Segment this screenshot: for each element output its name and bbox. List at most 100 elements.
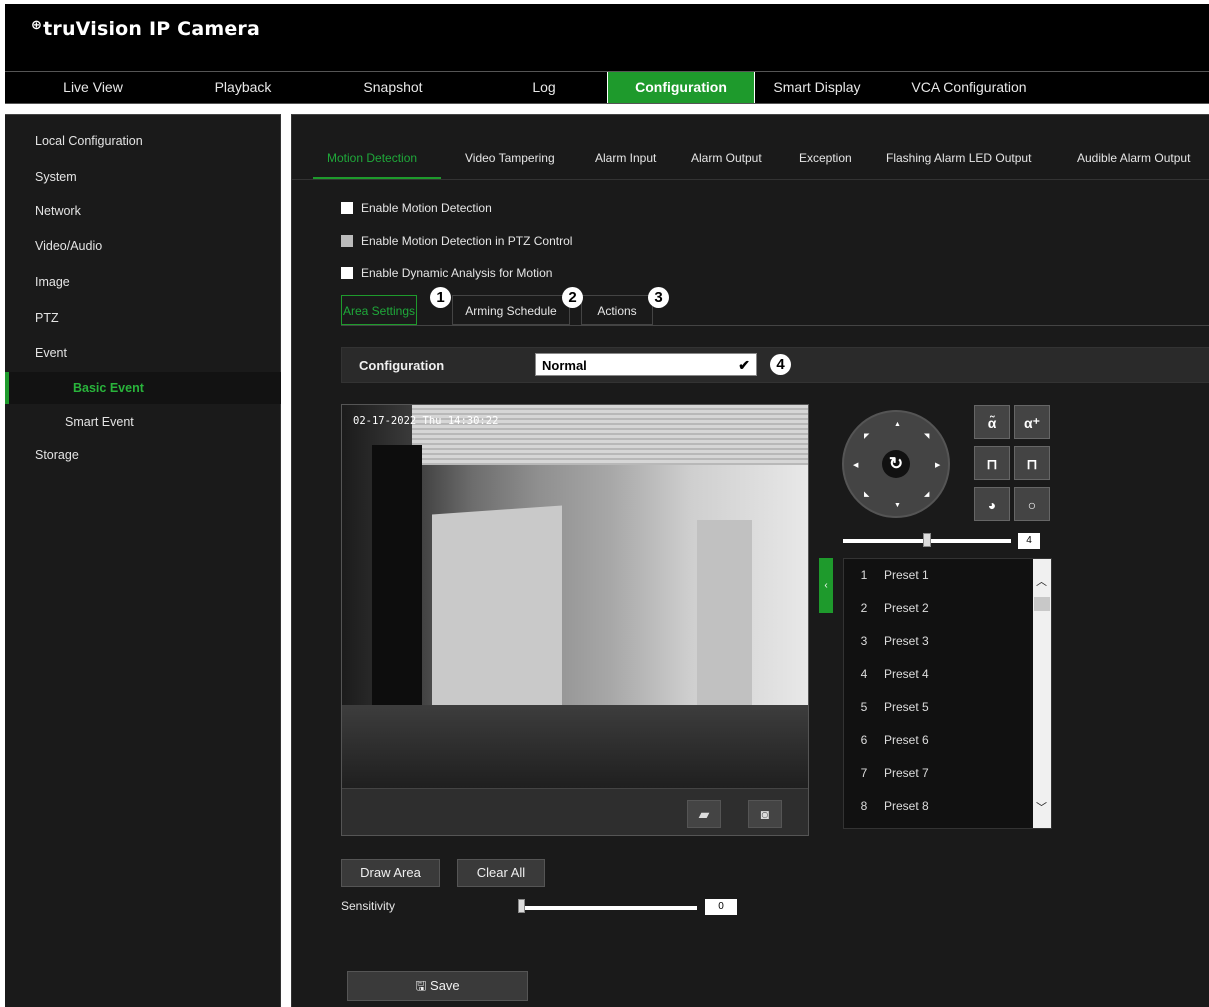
list-item[interactable]: 4 Preset 4: [844, 658, 1032, 691]
nav-live-view[interactable]: Live View: [5, 72, 181, 103]
iris-open-icon: ○: [1027, 497, 1037, 513]
video-preview[interactable]: 02-17-2022 Thu 14:30:22 ▰ ◙: [341, 404, 809, 836]
save-label: Save: [430, 978, 460, 993]
list-item[interactable]: 3 Preset 3: [844, 625, 1032, 658]
preset-number: 1: [860, 568, 868, 582]
configuration-value: Normal: [542, 358, 587, 373]
main-content: Motion Detection Video Tampering Alarm I…: [291, 114, 1209, 1007]
preset-name: Preset 3: [884, 634, 929, 648]
scrollbar-thumb[interactable]: [1034, 597, 1050, 611]
sidebar-item-system[interactable]: System: [5, 161, 281, 193]
focus-far-button[interactable]: ⊓: [1014, 446, 1050, 480]
arrow-up-left-icon[interactable]: ◤: [864, 432, 869, 440]
auto-scan-button[interactable]: ↻: [882, 450, 910, 478]
callout-1: 1: [430, 287, 451, 308]
camera-icon: ◙: [760, 806, 770, 822]
sidebar-item-network[interactable]: Network: [5, 195, 281, 227]
list-item[interactable]: 2 Preset 2: [844, 592, 1032, 625]
chevron-down-icon: ✔: [738, 357, 750, 373]
nav-smart-display[interactable]: Smart Display: [755, 72, 879, 103]
list-item[interactable]: 8 Preset 8: [844, 790, 1032, 823]
iris-open-button[interactable]: ○: [1014, 487, 1050, 521]
tab-arming-schedule[interactable]: Arming Schedule: [452, 295, 570, 325]
list-item[interactable]: 5 Preset 5: [844, 691, 1032, 724]
collapse-ptz-panel-button[interactable]: ‹: [819, 558, 833, 613]
tab-alarm-input[interactable]: Alarm Input: [595, 151, 656, 165]
list-item[interactable]: 7 Preset 7: [844, 757, 1032, 790]
arrow-down-icon[interactable]: ▼: [894, 502, 901, 509]
arrow-down-left-icon[interactable]: ◣: [864, 490, 869, 498]
tab-video-tampering[interactable]: Video Tampering: [465, 151, 555, 165]
ptz-speed-value: 4: [1018, 533, 1040, 549]
camera-image[interactable]: 02-17-2022 Thu 14:30:22: [342, 405, 808, 788]
nav-configuration[interactable]: Configuration: [607, 72, 755, 103]
brand-logo: ⊕truVision IP Camera: [31, 18, 260, 40]
sidebar-item-video-audio[interactable]: Video/Audio: [5, 230, 281, 262]
preset-scrollbar[interactable]: ︿ ﹀: [1033, 559, 1051, 828]
save-button[interactable]: 🖫 Save: [347, 971, 528, 1001]
enable-dynamic-analysis-label: Enable Dynamic Analysis for Motion: [361, 266, 553, 280]
sidebar-item-storage[interactable]: Storage: [5, 439, 281, 471]
sidebar-item-local-configuration[interactable]: Local Configuration: [5, 125, 281, 157]
tab-actions[interactable]: Actions: [581, 295, 653, 325]
sensitivity-slider[interactable]: [521, 906, 697, 910]
capture-button[interactable]: ◙: [748, 800, 782, 828]
arrow-up-right-icon[interactable]: ◥: [924, 432, 929, 440]
sensitivity-value: 0: [705, 899, 737, 915]
sensitivity-label: Sensitivity: [341, 899, 396, 913]
nav-log[interactable]: Log: [481, 72, 607, 103]
sidebar-item-ptz[interactable]: PTZ: [5, 302, 281, 334]
checkbox-row-enable-motion-detection-ptz[interactable]: Enable Motion Detection in PTZ Control: [341, 234, 572, 248]
tab-motion-detection[interactable]: Motion Detection: [327, 151, 417, 165]
sidebar-item-smart-event[interactable]: Smart Event: [5, 406, 281, 438]
nav-playback[interactable]: Playback: [181, 72, 305, 103]
focus-near-icon: ⊓: [986, 456, 998, 472]
ptz-speed-handle[interactable]: [923, 533, 931, 547]
draw-area-button[interactable]: Draw Area: [341, 859, 440, 887]
chevron-down-icon[interactable]: ﹀: [1036, 799, 1047, 815]
zoom-out-icon: α̃: [987, 415, 997, 431]
ptz-direction-pad[interactable]: ▲ ▼ ◀ ▶ ◤ ◥ ◣ ◢ ↻: [842, 410, 950, 518]
list-item[interactable]: 1 Preset 1: [844, 559, 1032, 592]
enable-motion-detection-ptz-label: Enable Motion Detection in PTZ Control: [361, 234, 573, 248]
checkbox-row-enable-motion-detection[interactable]: Enable Motion Detection: [341, 201, 492, 215]
configuration-label: Configuration: [359, 358, 445, 373]
list-item[interactable]: 6 Preset 6: [844, 724, 1032, 757]
configuration-select[interactable]: Normal ✔: [535, 353, 757, 376]
enable-motion-detection-ptz-checkbox[interactable]: [341, 235, 353, 247]
arrow-left-icon[interactable]: ◀: [853, 461, 858, 469]
sidebar-item-image[interactable]: Image: [5, 266, 281, 298]
preset-name: Preset 6: [884, 733, 929, 747]
arrow-up-icon[interactable]: ▲: [894, 421, 901, 428]
checkbox-row-enable-dynamic-analysis[interactable]: Enable Dynamic Analysis for Motion: [341, 266, 552, 280]
chevron-up-icon[interactable]: ︿: [1036, 573, 1047, 589]
preset-name: Preset 1: [884, 568, 929, 582]
sensitivity-handle[interactable]: [518, 899, 525, 913]
nav-snapshot[interactable]: Snapshot: [305, 72, 481, 103]
preset-name: Preset 7: [884, 766, 929, 780]
iris-close-button[interactable]: ◕: [974, 487, 1010, 521]
configuration-bar: Configuration Normal ✔ 4: [341, 347, 1209, 383]
sidebar-item-event[interactable]: Event: [5, 337, 281, 369]
tabs-divider: [292, 179, 1209, 180]
sidebar-item-basic-event[interactable]: Basic Event: [5, 372, 281, 404]
zoom-in-button[interactable]: α⁺: [1014, 405, 1050, 439]
video-timestamp: 02-17-2022 Thu 14:30:22: [353, 415, 499, 427]
tab-flashing-alarm-led-output[interactable]: Flashing Alarm LED Output: [886, 151, 1031, 165]
nav-vca-configuration[interactable]: VCA Configuration: [879, 72, 1059, 103]
preset-number: 4: [860, 667, 868, 681]
zoom-out-button[interactable]: α̃: [974, 405, 1010, 439]
tab-audible-alarm-output[interactable]: Audible Alarm Output: [1077, 151, 1190, 165]
enable-motion-detection-checkbox[interactable]: [341, 202, 353, 214]
arrow-right-icon[interactable]: ▶: [935, 461, 940, 469]
clear-all-button[interactable]: Clear All: [457, 859, 545, 887]
tab-area-settings[interactable]: Area Settings: [341, 295, 417, 325]
record-clip-button[interactable]: ▰: [687, 800, 721, 828]
preset-number: 3: [860, 634, 868, 648]
enable-dynamic-analysis-checkbox[interactable]: [341, 267, 353, 279]
focus-near-button[interactable]: ⊓: [974, 446, 1010, 480]
tab-alarm-output[interactable]: Alarm Output: [691, 151, 762, 165]
preset-list: 1 Preset 1 2 Preset 2 3 Preset 3 4 Preset 4 …: [843, 558, 1052, 829]
tab-exception[interactable]: Exception: [799, 151, 852, 165]
arrow-down-right-icon[interactable]: ◢: [924, 490, 929, 498]
